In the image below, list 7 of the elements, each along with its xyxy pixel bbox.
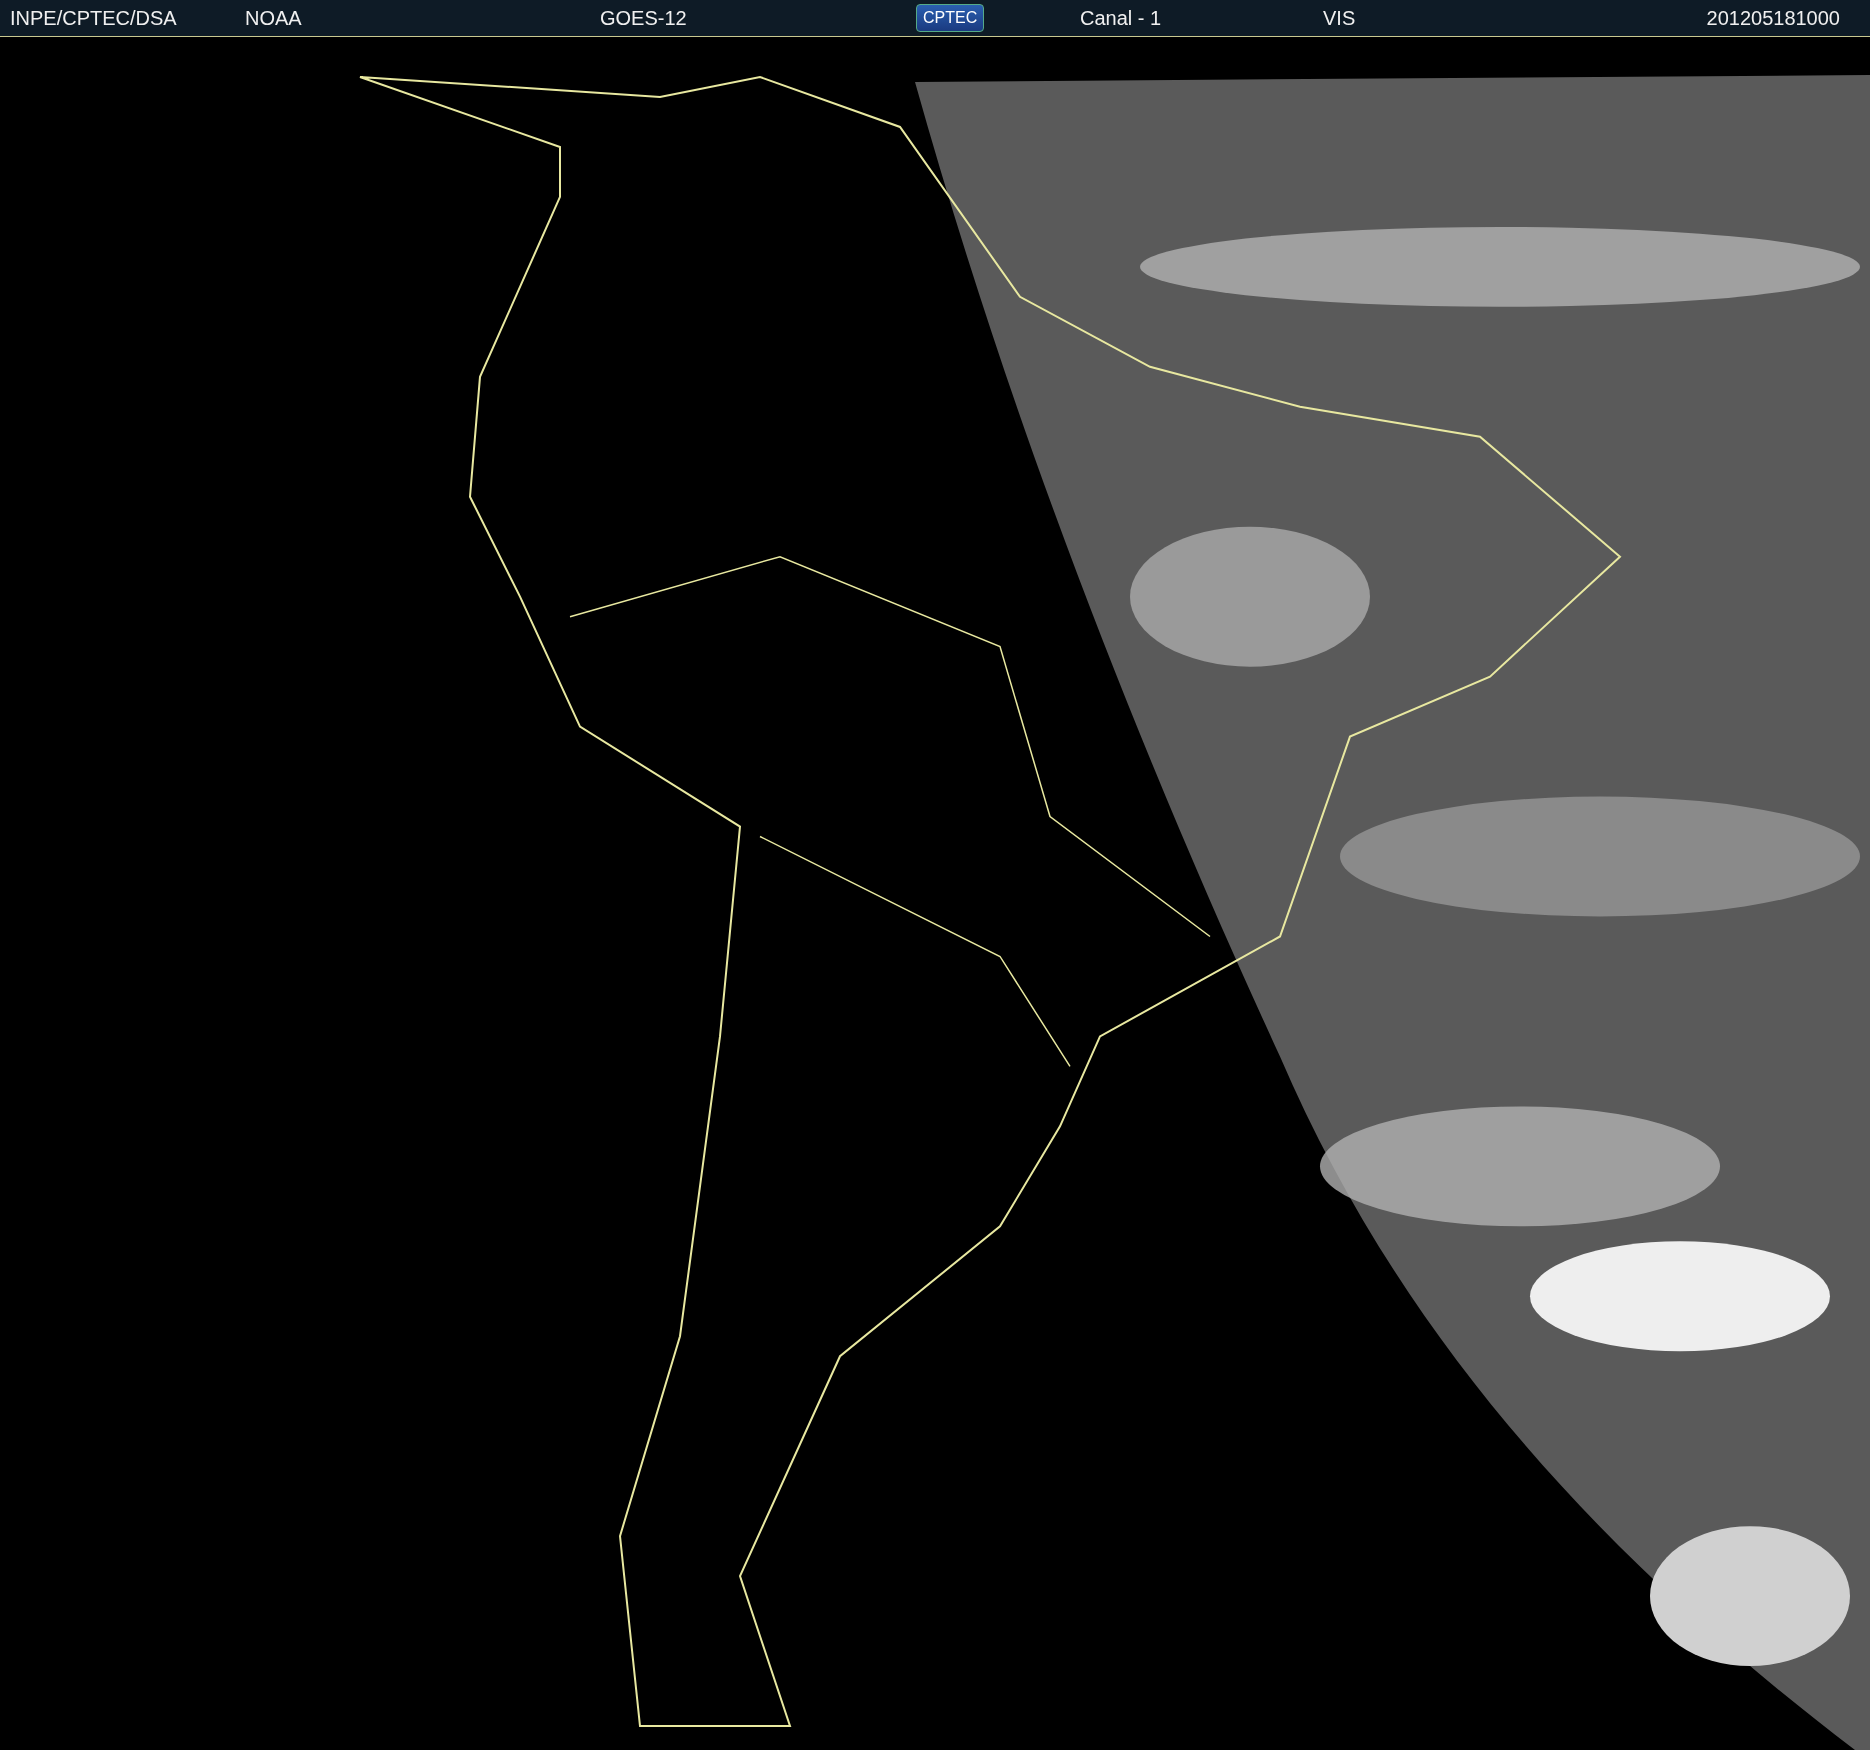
header-label: VIS (1323, 6, 1356, 30)
header-label: 201205181000 (1706, 6, 1840, 30)
header-label: NOAA (245, 6, 302, 30)
logo: CPTEC (916, 4, 985, 32)
header-label: Canal - 1 (1080, 6, 1162, 30)
header-label: GOES-12 (600, 6, 687, 30)
header-label: INPE/CPTEC/DSA (10, 6, 177, 30)
